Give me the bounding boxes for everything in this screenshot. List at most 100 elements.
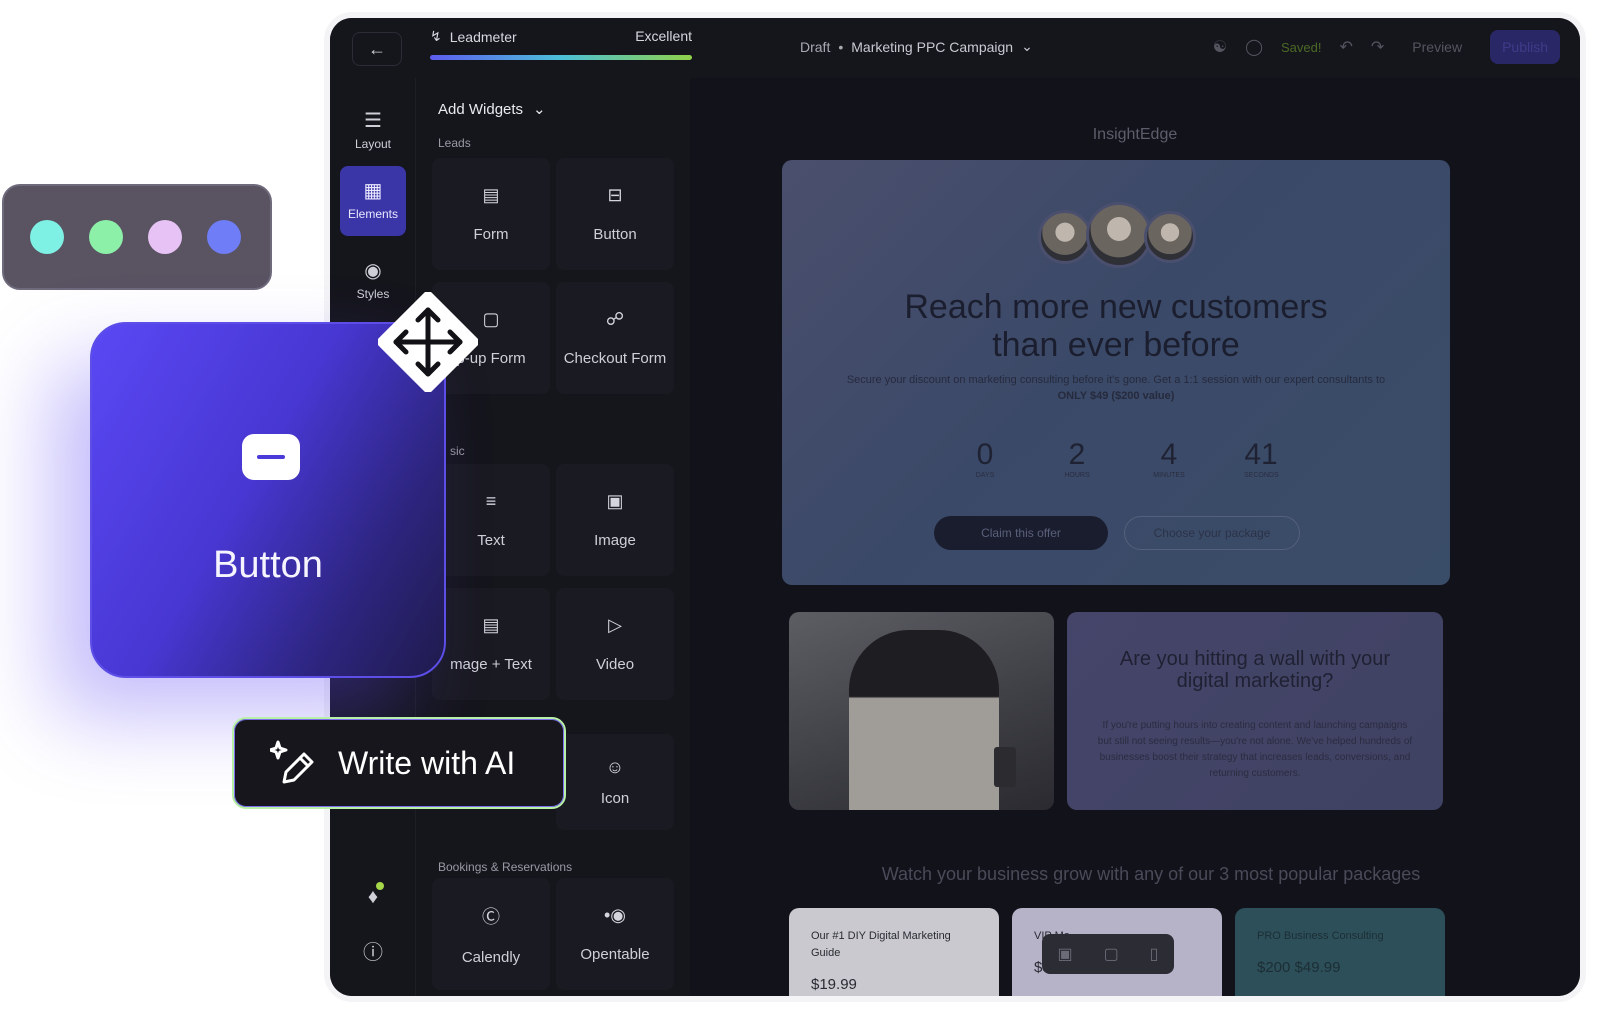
package-price: $200 $49.99 <box>1257 959 1341 976</box>
wall-card[interactable]: Are you hitting a wall with your digital… <box>1067 612 1443 810</box>
lightning-icon: ↯ <box>430 28 442 44</box>
rail-item-label: Layout <box>354 137 392 151</box>
countdown-unit: SECONDS <box>1244 472 1279 479</box>
help-icon[interactable]: ⓘ <box>330 936 416 965</box>
popup-form-icon: ▢ <box>482 309 500 329</box>
comment-icon[interactable]: ◯ <box>1245 37 1263 57</box>
widget-label: Form <box>473 226 509 243</box>
video-icon: ▷ <box>608 615 622 635</box>
smile-icon: ☺ <box>605 757 625 777</box>
widgets-panel: Add Widgets ⌄ Leads ▤ Form ⊟ Button ▢ p-… <box>416 78 690 996</box>
widget-label: Text <box>477 532 505 549</box>
rail-item-layout[interactable]: ☰ Layout <box>340 96 406 166</box>
avatar <box>1038 210 1092 264</box>
package-card[interactable]: PRO Business Consulting $200 $49.99 <box>1235 908 1445 996</box>
calendly-icon: Ⓒ <box>482 906 500 927</box>
widget-calendly[interactable]: Ⓒ Calendly <box>432 878 550 990</box>
leadmeter-bar <box>430 55 692 60</box>
image-text-icon: ▤ <box>482 615 500 635</box>
countdown-seconds: 41 SECONDS <box>1244 438 1279 479</box>
redo-icon[interactable]: ↷ <box>1371 37 1384 57</box>
leadmeter-status: Excellent <box>635 28 692 44</box>
desktop-icon[interactable]: ▣ <box>1057 944 1072 964</box>
button-icon: ⊟ <box>607 185 623 205</box>
opentable-icon: •◉ <box>603 905 626 925</box>
rail-item-elements[interactable]: ▦ Elements <box>340 166 406 236</box>
widget-opentable[interactable]: •◉ Opentable <box>556 878 674 990</box>
countdown: 0 DAYS 2 HOURS 4 MINUTES 41 SECONDS <box>968 438 1279 479</box>
button-icon <box>242 434 300 480</box>
widget-video[interactable]: ▷ Video <box>556 588 674 700</box>
widget-label: Opentable <box>580 946 650 963</box>
hero-title-line: Reach more new customers <box>904 288 1328 326</box>
write-with-ai-button[interactable]: Write with AI <box>232 717 566 809</box>
hero-subtitle-text: Secure your discount on marketing consul… <box>846 374 1386 386</box>
package-name: PRO Business Consulting <box>1257 930 1384 942</box>
layers-icon: ☰ <box>364 110 382 132</box>
choose-package-button[interactable]: Choose your package <box>1124 516 1300 550</box>
package-name: Our #1 DIY Digital Marketing Guide <box>811 930 951 959</box>
hero-subtitle: Secure your discount on marketing consul… <box>782 372 1450 404</box>
photo-figure <box>849 630 999 810</box>
draft-label: Draft <box>800 38 831 55</box>
section-label-basic: sic <box>450 444 465 458</box>
color-swatch[interactable] <box>148 220 182 254</box>
hero-section[interactable]: Reach more new customers than ever befor… <box>782 160 1450 585</box>
top-actions: ☯ ◯ Saved! ↶ ↷ Preview Publish <box>1213 30 1560 64</box>
publish-button[interactable]: Publish <box>1490 30 1560 64</box>
package-card[interactable]: Our #1 DIY Digital Marketing Guide $19.9… <box>789 908 999 996</box>
wall-card-body: If you're putting hours into creating co… <box>1097 720 1413 779</box>
widget-icon[interactable]: ☺ Icon <box>556 734 674 830</box>
tablet-icon[interactable]: ▢ <box>1104 944 1119 964</box>
magic-pen-icon <box>270 740 314 784</box>
arrow-left-icon: ← <box>368 38 386 59</box>
preview-button[interactable]: Preview <box>1402 31 1472 63</box>
mobile-icon[interactable]: ▯ <box>1150 944 1159 964</box>
chevron-down-icon: ⌄ <box>533 101 546 118</box>
widget-label: Calendly <box>461 948 521 966</box>
color-swatch[interactable] <box>30 220 64 254</box>
bell-icon[interactable]: ♦ <box>330 886 416 909</box>
countdown-days: 0 DAYS <box>968 438 1002 479</box>
chevron-down-icon: ⌄ <box>1021 38 1033 54</box>
notification-dot <box>376 882 384 890</box>
avatar <box>1086 202 1152 268</box>
image-icon: ▣ <box>606 491 624 511</box>
device-switcher: ▣ ▢ ▯ <box>1042 934 1174 974</box>
widget-image[interactable]: ▣ Image <box>556 464 674 576</box>
separator-dot: • <box>838 38 844 55</box>
saved-status: Saved! <box>1280 39 1322 55</box>
countdown-value: 4 <box>1160 438 1178 471</box>
widget-image-text[interactable]: ▤ mage + Text <box>432 588 550 700</box>
wall-card-title: Are you hitting a wall with your digital… <box>1119 648 1391 692</box>
leadmeter-label: Leadmeter <box>449 28 517 45</box>
undo-icon[interactable]: ↶ <box>1339 37 1352 57</box>
widget-checkout-form[interactable]: ☍ Checkout Form <box>556 282 674 394</box>
countdown-value: 0 <box>976 438 994 471</box>
add-user-icon[interactable]: ☯ <box>1213 37 1227 57</box>
leadmeter: ↯ Leadmeter Excellent <box>430 28 692 60</box>
widget-label: Button <box>593 226 637 243</box>
panel-title[interactable]: Add Widgets ⌄ <box>438 100 546 119</box>
hero-title-line: than ever before <box>992 326 1240 364</box>
color-swatch[interactable] <box>89 220 123 254</box>
widget-label: Video <box>595 656 635 673</box>
color-swatch[interactable] <box>207 220 241 254</box>
countdown-unit: MINUTES <box>1153 472 1185 479</box>
widget-form[interactable]: ▤ Form <box>432 158 550 270</box>
elements-icon: ▦ <box>363 180 383 202</box>
back-button[interactable]: ← <box>352 32 402 66</box>
dragged-button-label: Button <box>213 544 323 586</box>
move-arrows-icon[interactable] <box>378 292 478 392</box>
widget-text[interactable]: ≡ Text <box>432 464 550 576</box>
section-label-bookings: Bookings & Reservations <box>438 860 573 874</box>
section-label-leads: Leads <box>438 136 471 150</box>
woman-photo <box>789 612 1054 810</box>
widget-button[interactable]: ⊟ Button <box>556 158 674 270</box>
claim-offer-button[interactable]: Claim this offer <box>934 516 1108 550</box>
rail-item-label: Elements <box>347 207 399 221</box>
page-title-selector[interactable]: Draft • Marketing PPC Campaign ⌄ <box>800 38 1033 55</box>
packages-title: Watch your business grow with any of our… <box>881 864 1421 884</box>
hero-title: Reach more new customers than ever befor… <box>782 288 1450 364</box>
widget-label: Image <box>594 532 636 549</box>
